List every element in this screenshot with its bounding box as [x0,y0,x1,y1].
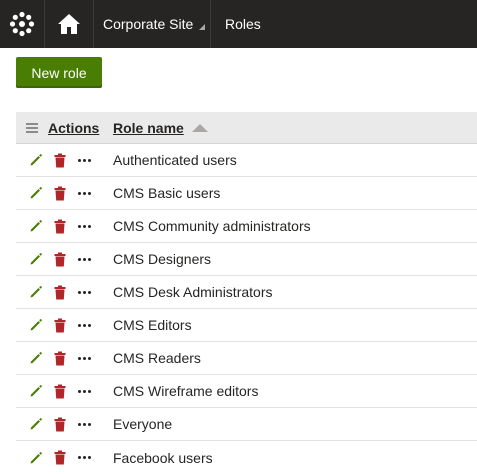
role-name-cell: Everyone [113,416,173,432]
row-actions [16,249,113,269]
actions-column-header[interactable]: Actions [48,120,113,136]
role-name-cell: CMS Desk Administrators [113,284,273,300]
grid-header: Actions Role name [16,112,477,144]
more-actions-icon[interactable] [74,389,94,393]
chevron-down-icon [199,23,206,30]
site-selector[interactable]: Corporate Site [94,0,211,48]
site-selector-label: Corporate Site [103,16,194,32]
delete-icon[interactable] [50,448,70,468]
sort-ascending-icon [191,123,208,132]
row-actions [16,315,113,335]
table-row: Everyone [16,408,477,441]
edit-icon[interactable] [26,183,46,203]
more-actions-icon[interactable] [74,191,94,195]
edit-icon[interactable] [26,448,46,468]
row-actions [16,348,113,368]
delete-icon[interactable] [50,183,70,203]
table-row: CMS Wireframe editors [16,375,477,408]
role-name-cell: CMS Readers [113,350,201,366]
roles-grid: Actions Role name Authenticated users CM… [16,112,477,474]
more-actions-icon[interactable] [74,257,94,261]
more-actions-icon[interactable] [74,224,94,228]
more-actions-icon[interactable] [74,456,94,459]
edit-icon[interactable] [26,414,46,434]
table-row: CMS Designers [16,243,477,276]
more-actions-icon[interactable] [74,356,94,360]
grid-body: Authenticated users CMS Basic users CMS … [16,144,477,474]
edit-icon[interactable] [26,282,46,302]
delete-icon[interactable] [50,249,70,269]
table-row: CMS Readers [16,342,477,375]
role-name-cell: CMS Designers [113,251,212,267]
table-row: CMS Editors [16,309,477,342]
top-bar: Corporate Site Roles [0,0,477,48]
home-button[interactable] [45,0,94,48]
row-actions [16,183,113,203]
role-name-cell: CMS Community administrators [113,218,311,234]
row-actions [16,216,113,236]
role-name-cell: Facebook users [113,449,213,466]
delete-icon[interactable] [50,348,70,368]
edit-icon[interactable] [26,249,46,269]
more-actions-icon[interactable] [74,158,94,162]
row-actions [16,282,113,302]
delete-icon[interactable] [50,150,70,170]
edit-icon[interactable] [26,348,46,368]
delete-icon[interactable] [50,282,70,302]
role-name-cell: CMS Wireframe editors [113,383,259,399]
table-row: CMS Basic users [16,177,477,210]
edit-icon[interactable] [26,150,46,170]
role-name-cell: CMS Basic users [113,185,221,201]
app-logo-button[interactable] [0,0,45,48]
table-row: CMS Desk Administrators [16,276,477,309]
row-actions [16,448,113,468]
table-row: Authenticated users [16,144,477,177]
table-row: Facebook users [16,441,477,474]
edit-icon[interactable] [26,315,46,335]
table-row: CMS Community administrators [16,210,477,243]
more-actions-icon[interactable] [74,323,94,327]
row-actions [16,381,113,401]
column-menu-icon[interactable] [26,122,38,133]
role-name-column-header[interactable]: Role name [113,120,208,136]
more-actions-icon[interactable] [74,422,94,426]
application-title: Roles [225,16,261,32]
role-name-cell: CMS Editors [113,317,192,333]
row-actions [16,150,113,170]
delete-icon[interactable] [50,315,70,335]
breadcrumb: Roles [211,0,261,48]
row-actions [16,414,113,434]
home-icon [58,14,80,34]
more-actions-icon[interactable] [74,290,94,294]
role-name-header-label: Role name [113,119,184,136]
edit-icon[interactable] [26,381,46,401]
delete-icon[interactable] [50,381,70,401]
kentico-logo-icon [9,11,35,37]
new-role-button[interactable]: New role [16,57,102,88]
delete-icon[interactable] [50,216,70,236]
role-name-cell: Authenticated users [113,152,237,168]
delete-icon[interactable] [50,414,70,434]
edit-icon[interactable] [26,216,46,236]
